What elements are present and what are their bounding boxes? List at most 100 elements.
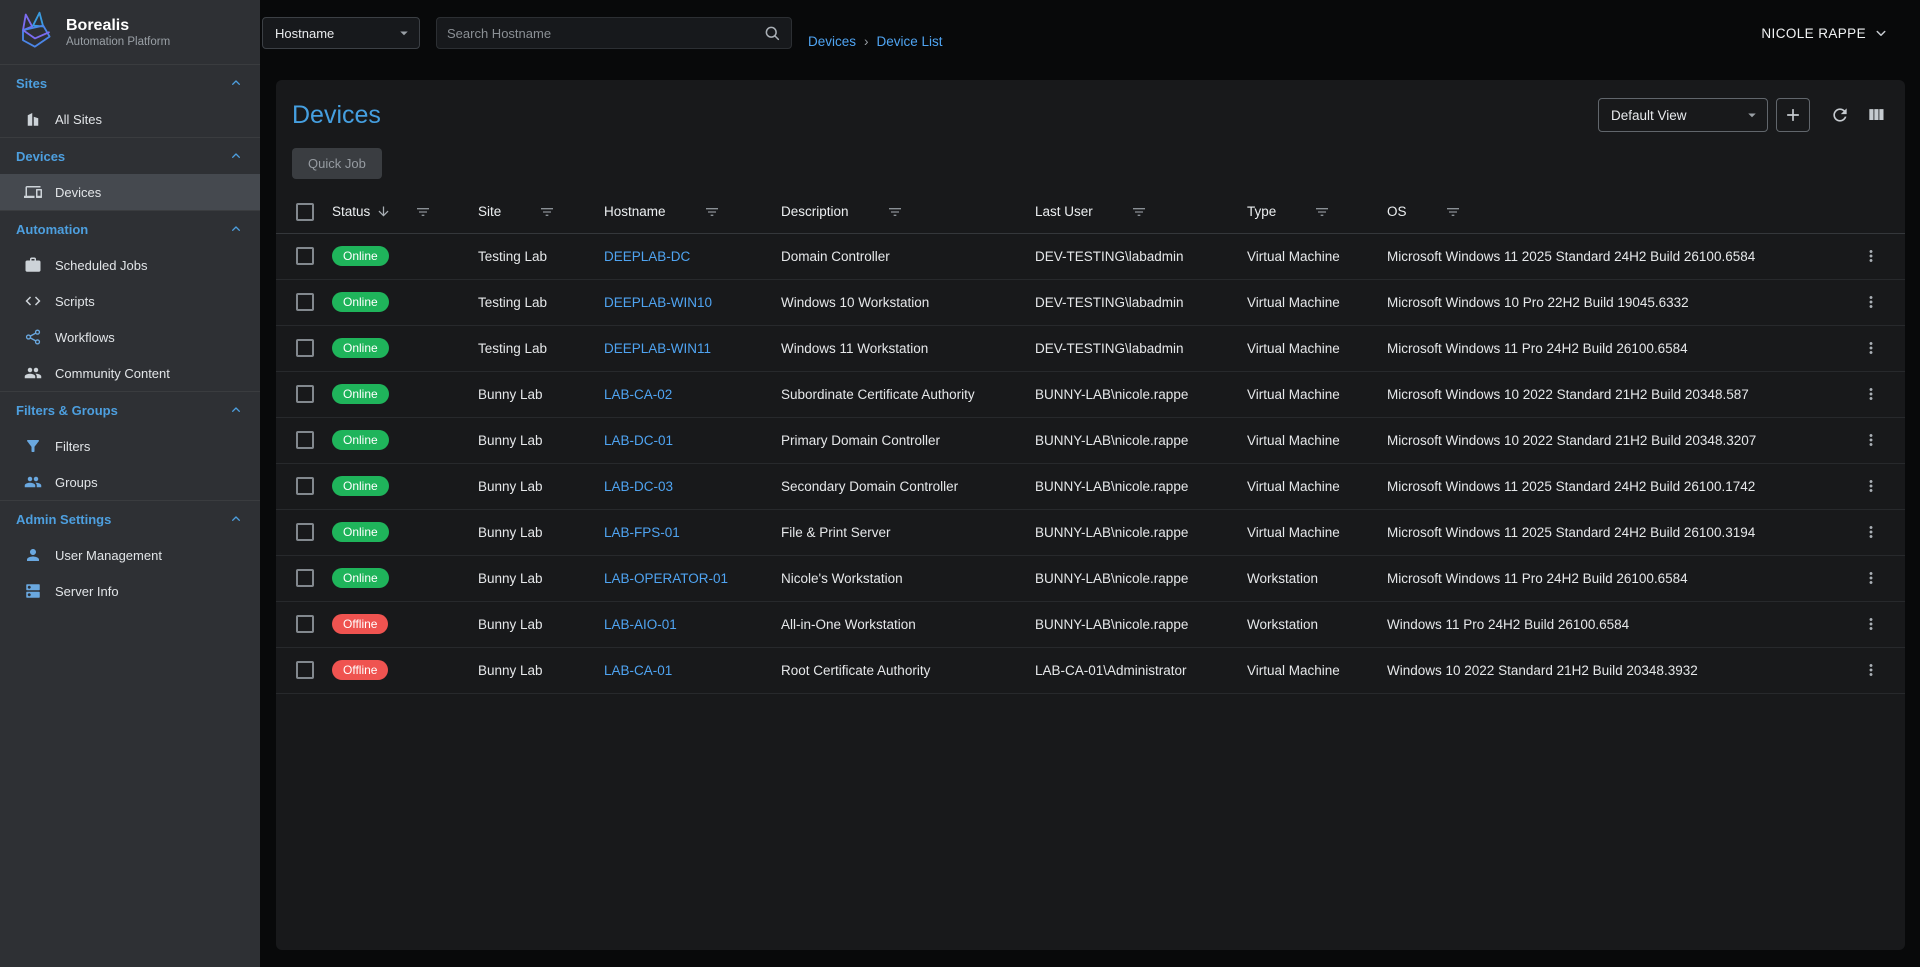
filter-icon[interactable] <box>1314 204 1330 220</box>
sidebar-item-community-content[interactable]: Community Content <box>0 355 260 391</box>
col-header-status[interactable]: Status <box>332 204 370 219</box>
brand-name: Borealis <box>66 16 170 35</box>
nav-section-automation[interactable]: Automation <box>0 210 260 247</box>
table-row[interactable]: Online Bunny Lab LAB-FPS-01 File & Print… <box>276 509 1905 555</box>
hostname-link[interactable]: DEEPLAB-WIN10 <box>604 295 712 310</box>
row-checkbox[interactable] <box>296 431 314 449</box>
col-header-site[interactable]: Site <box>478 204 501 219</box>
table-row[interactable]: Online Bunny Lab LAB-DC-03 Secondary Dom… <box>276 463 1905 509</box>
hostname-link[interactable]: LAB-CA-01 <box>604 663 672 678</box>
status-badge: Online <box>332 338 389 358</box>
breadcrumb: Devices › Device List <box>808 34 943 49</box>
row-checkbox[interactable] <box>296 477 314 495</box>
sidebar-item-all-sites[interactable]: All Sites <box>0 101 260 137</box>
add-view-button[interactable] <box>1776 98 1810 132</box>
nav-section-filters-groups[interactable]: Filters & Groups <box>0 391 260 428</box>
row-menu-button[interactable] <box>1858 519 1884 545</box>
hostname-link[interactable]: DEEPLAB-WIN11 <box>604 341 711 356</box>
row-checkbox[interactable] <box>296 293 314 311</box>
sidebar: Borealis Automation Platform Sites All S… <box>0 0 260 967</box>
row-checkbox[interactable] <box>296 339 314 357</box>
cell-type: Workstation <box>1247 601 1387 647</box>
nav-section-sites[interactable]: Sites <box>0 64 260 101</box>
page-title: Devices <box>292 101 381 130</box>
hostname-link[interactable]: LAB-CA-02 <box>604 387 672 402</box>
col-header-description[interactable]: Description <box>781 204 849 219</box>
row-menu-button[interactable] <box>1858 473 1884 499</box>
row-menu-button[interactable] <box>1858 289 1884 315</box>
status-badge: Online <box>332 246 389 266</box>
row-checkbox[interactable] <box>296 523 314 541</box>
row-menu-button[interactable] <box>1858 657 1884 683</box>
filter-icon[interactable] <box>1131 204 1147 220</box>
table-row[interactable]: Online Testing Lab DEEPLAB-DC Domain Con… <box>276 233 1905 279</box>
table-row[interactable]: Online Testing Lab DEEPLAB-WIN10 Windows… <box>276 279 1905 325</box>
people-icon <box>24 364 42 382</box>
filter-icon[interactable] <box>1445 204 1461 220</box>
nav-section-admin-settings[interactable]: Admin Settings <box>0 500 260 537</box>
hostname-link[interactable]: DEEPLAB-DC <box>604 249 690 264</box>
sidebar-item-groups[interactable]: Groups <box>0 464 260 500</box>
kebab-icon <box>1862 523 1880 541</box>
row-menu-button[interactable] <box>1858 611 1884 637</box>
kebab-icon <box>1862 247 1880 265</box>
row-checkbox[interactable] <box>296 615 314 633</box>
status-badge: Online <box>332 384 389 404</box>
row-menu-button[interactable] <box>1858 381 1884 407</box>
device-table-body: Online Testing Lab DEEPLAB-DC Domain Con… <box>276 233 1905 693</box>
row-checkbox[interactable] <box>296 569 314 587</box>
col-header-type[interactable]: Type <box>1247 204 1276 219</box>
col-header-os[interactable]: OS <box>1387 204 1407 219</box>
funnel-icon <box>24 437 42 455</box>
filter-icon[interactable] <box>887 204 903 220</box>
row-menu-button[interactable] <box>1858 243 1884 269</box>
breadcrumb-device-list-link[interactable]: Device List <box>877 34 943 49</box>
filter-icon[interactable] <box>704 204 720 220</box>
sidebar-item-filters[interactable]: Filters <box>0 428 260 464</box>
table-row[interactable]: Offline Bunny Lab LAB-CA-01 Root Certifi… <box>276 647 1905 693</box>
hostname-link[interactable]: LAB-FPS-01 <box>604 525 680 540</box>
refresh-button[interactable] <box>1826 101 1854 129</box>
table-row[interactable]: Online Testing Lab DEEPLAB-WIN11 Windows… <box>276 325 1905 371</box>
columns-button[interactable] <box>1862 101 1890 129</box>
cell-last-user: DEV-TESTING\labadmin <box>1035 325 1247 371</box>
row-checkbox[interactable] <box>296 661 314 679</box>
sidebar-item-workflows[interactable]: Workflows <box>0 319 260 355</box>
cell-description: All-in-One Workstation <box>781 601 1035 647</box>
hostname-link[interactable]: LAB-OPERATOR-01 <box>604 571 728 586</box>
table-row[interactable]: Online Bunny Lab LAB-CA-02 Subordinate C… <box>276 371 1905 417</box>
search-input[interactable] <box>447 26 763 41</box>
col-header-hostname[interactable]: Hostname <box>604 204 666 219</box>
col-header-last-user[interactable]: Last User <box>1035 204 1093 219</box>
chevron-up-icon <box>228 75 244 91</box>
hostname-link[interactable]: LAB-DC-01 <box>604 433 673 448</box>
filter-icon[interactable] <box>539 204 555 220</box>
row-menu-button[interactable] <box>1858 565 1884 591</box>
table-row[interactable]: Offline Bunny Lab LAB-AIO-01 All-in-One … <box>276 601 1905 647</box>
brand-subtitle: Automation Platform <box>66 36 170 48</box>
hostname-link[interactable]: LAB-AIO-01 <box>604 617 677 632</box>
sidebar-item-scripts[interactable]: Scripts <box>0 283 260 319</box>
hostname-link[interactable]: LAB-DC-03 <box>604 479 673 494</box>
filter-icon[interactable] <box>415 204 431 220</box>
breadcrumb-devices-link[interactable]: Devices <box>808 34 856 49</box>
user-menu[interactable]: NICOLE RAPPE <box>1761 24 1890 42</box>
row-menu-button[interactable] <box>1858 335 1884 361</box>
server-icon <box>24 582 42 600</box>
select-all-checkbox[interactable] <box>296 203 314 221</box>
row-checkbox[interactable] <box>296 247 314 265</box>
view-select[interactable]: Default View <box>1598 98 1768 132</box>
sidebar-item-user-management[interactable]: User Management <box>0 537 260 573</box>
sort-desc-icon[interactable] <box>376 204 391 219</box>
kebab-icon <box>1862 293 1880 311</box>
sidebar-item-devices[interactable]: Devices <box>0 174 260 210</box>
row-menu-button[interactable] <box>1858 427 1884 453</box>
sidebar-item-scheduled-jobs[interactable]: Scheduled Jobs <box>0 247 260 283</box>
sidebar-item-server-info[interactable]: Server Info <box>0 573 260 609</box>
table-row[interactable]: Online Bunny Lab LAB-OPERATOR-01 Nicole'… <box>276 555 1905 601</box>
row-checkbox[interactable] <box>296 385 314 403</box>
quick-job-button[interactable]: Quick Job <box>292 148 382 179</box>
nav-section-devices[interactable]: Devices <box>0 137 260 174</box>
search-field-select[interactable]: Hostname <box>262 17 420 49</box>
table-row[interactable]: Online Bunny Lab LAB-DC-01 Primary Domai… <box>276 417 1905 463</box>
